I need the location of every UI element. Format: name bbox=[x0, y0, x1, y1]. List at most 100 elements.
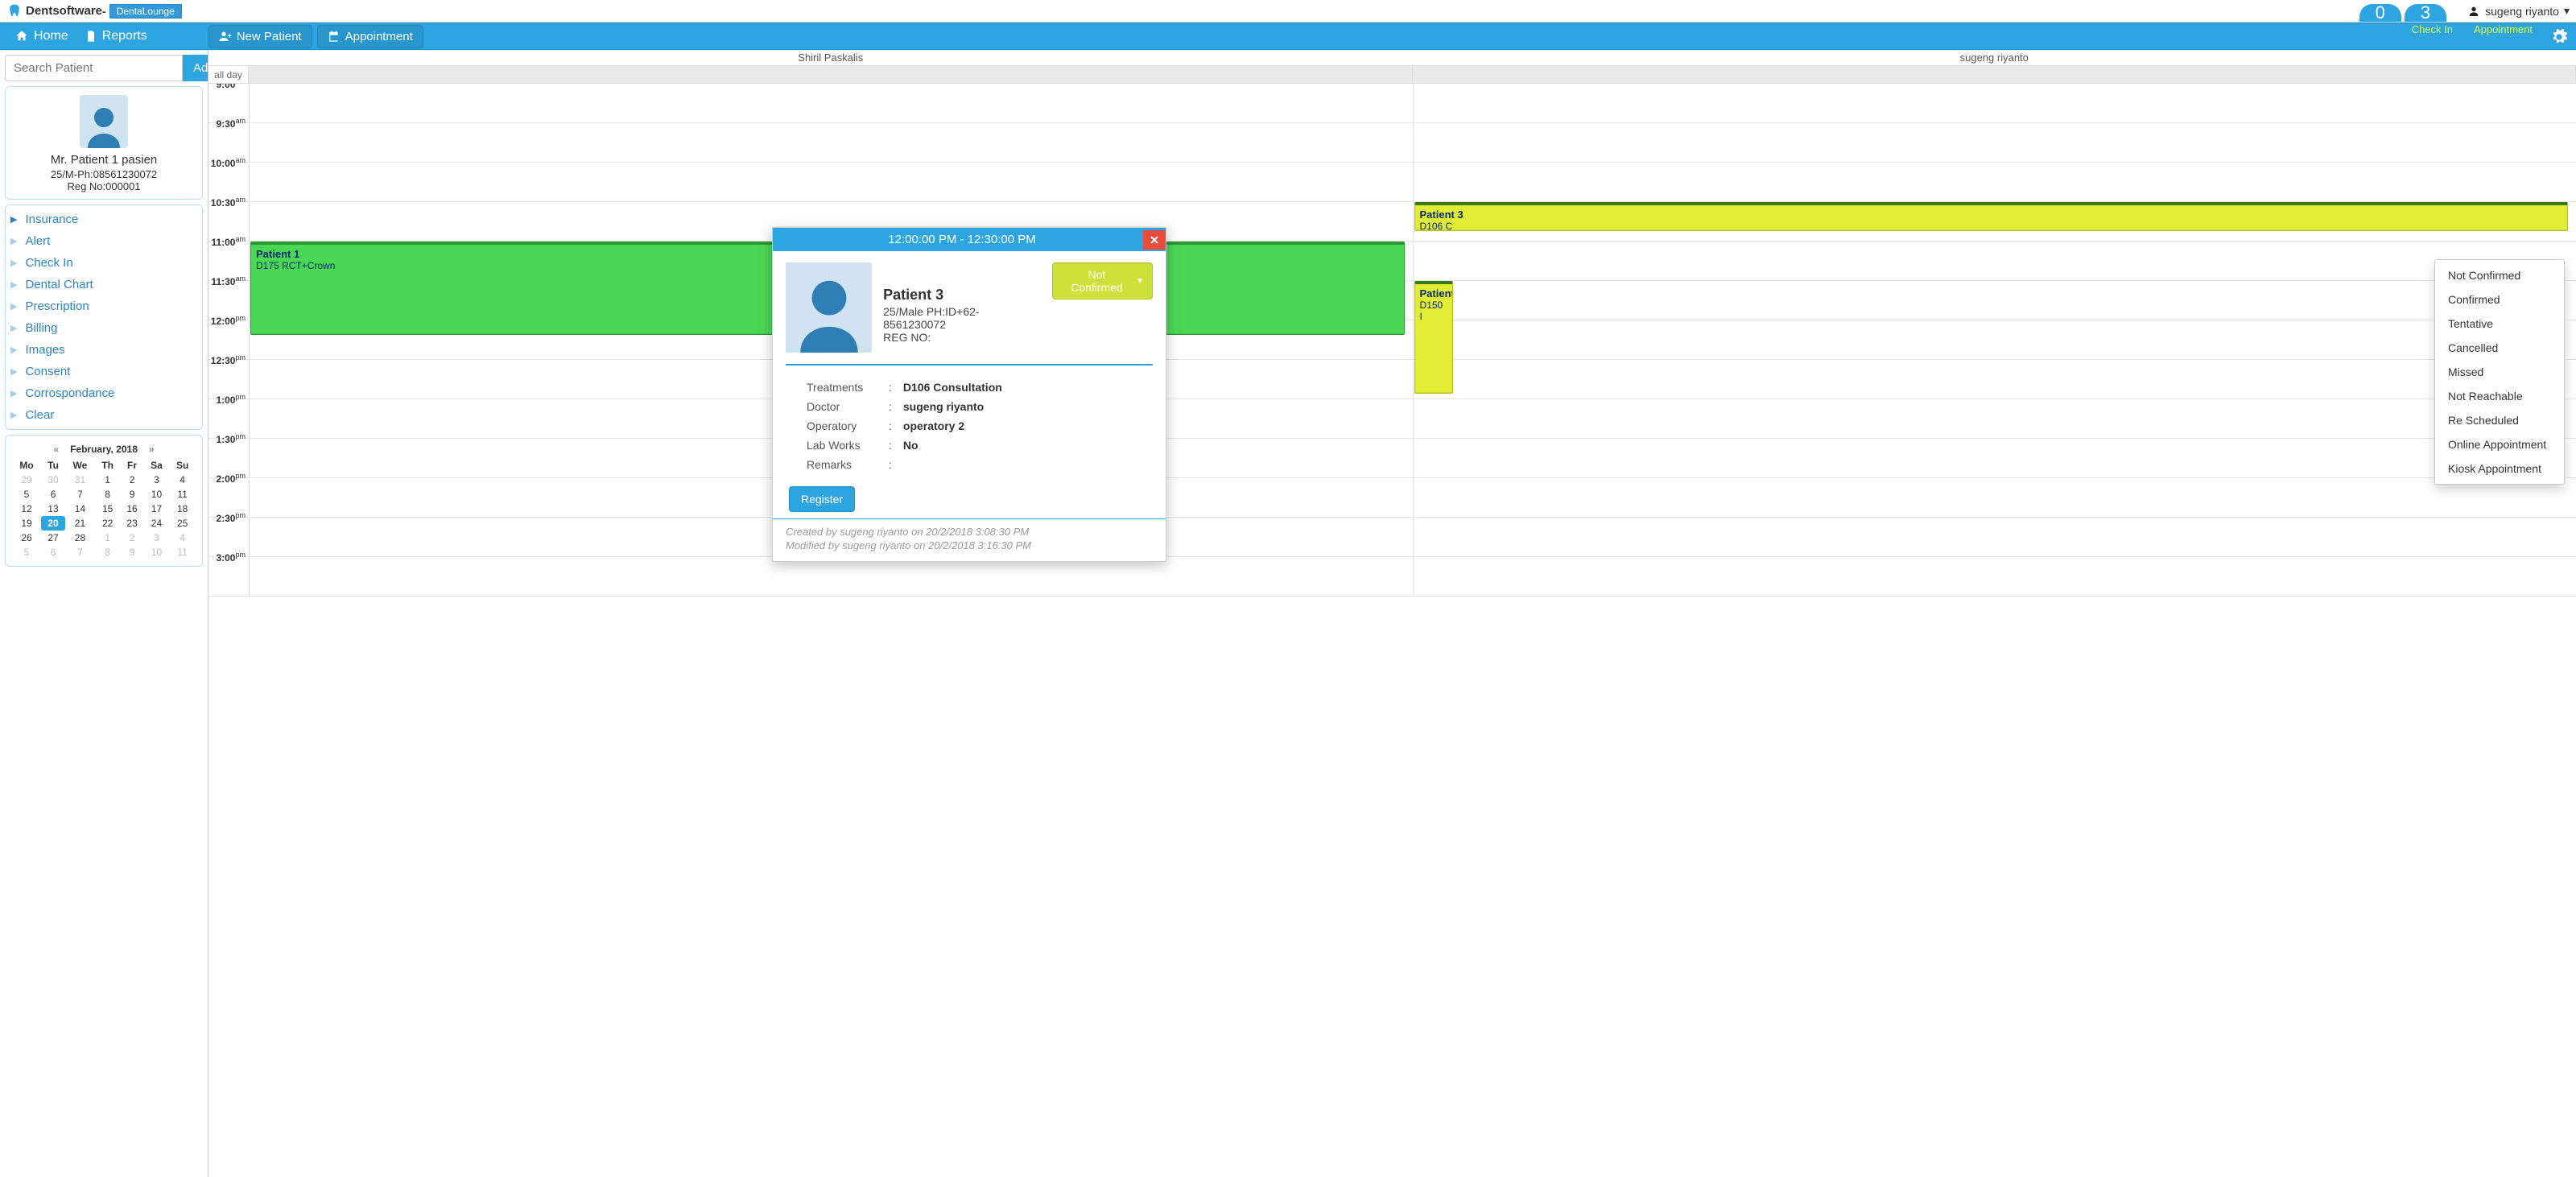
triangle-icon: ▶ bbox=[10, 388, 17, 399]
menu-item-billing[interactable]: ▶Billing bbox=[6, 317, 202, 339]
new-patient-button[interactable]: New Patient bbox=[208, 25, 312, 48]
cal-day[interactable]: 30 bbox=[41, 473, 65, 487]
cal-day[interactable]: 14 bbox=[65, 502, 95, 516]
home-link[interactable]: Home bbox=[6, 26, 76, 47]
cal-day[interactable]: 22 bbox=[95, 516, 121, 531]
menu-item-dental-chart[interactable]: ▶Dental Chart bbox=[6, 274, 202, 295]
cal-day[interactable]: 5 bbox=[12, 545, 41, 560]
status-option-not-confirmed[interactable]: Not Confirmed bbox=[2435, 263, 2564, 287]
detail-colon: : bbox=[884, 456, 897, 473]
cal-dayhead: We bbox=[65, 458, 95, 473]
brand-dash: - bbox=[102, 5, 106, 18]
cal-day[interactable]: 4 bbox=[169, 531, 196, 545]
popup-close-button[interactable] bbox=[1143, 230, 1166, 250]
cal-day[interactable]: 1 bbox=[95, 531, 121, 545]
menu-item-consent[interactable]: ▶Consent bbox=[6, 361, 202, 382]
cal-day[interactable]: 23 bbox=[120, 516, 143, 531]
appt-title: Patient bbox=[1420, 287, 1447, 299]
cal-day[interactable]: 5 bbox=[12, 487, 41, 502]
menu-item-check-in[interactable]: ▶Check In bbox=[6, 252, 202, 274]
menu-label: Insurance bbox=[25, 213, 78, 226]
checkin-stat[interactable]: 0 bbox=[2359, 4, 2401, 22]
cal-day[interactable]: 27 bbox=[41, 531, 65, 545]
cal-day[interactable]: 3 bbox=[144, 473, 170, 487]
cal-day[interactable]: 6 bbox=[41, 487, 65, 502]
appointment-stat[interactable]: 3 bbox=[2405, 4, 2446, 22]
cal-day[interactable]: 3 bbox=[144, 531, 170, 545]
allday-cell-1[interactable] bbox=[1413, 66, 2576, 83]
cal-day[interactable]: 26 bbox=[12, 531, 41, 545]
cal-next[interactable]: » bbox=[149, 444, 155, 455]
status-option-not-reachable[interactable]: Not Reachable bbox=[2435, 384, 2564, 408]
cal-day[interactable]: 13 bbox=[41, 502, 65, 516]
appt-title: Patient 3 bbox=[1420, 209, 2563, 221]
settings-button[interactable] bbox=[2550, 28, 2568, 46]
time-label: 1:30pm bbox=[208, 432, 249, 471]
status-option-tentative[interactable]: Tentative bbox=[2435, 312, 2564, 336]
status-dropdown-button[interactable]: Not Confirmed ▼ bbox=[1052, 262, 1153, 299]
status-option-confirmed[interactable]: Confirmed bbox=[2435, 287, 2564, 312]
appt-sub: D150 I bbox=[1420, 299, 1447, 322]
cal-day[interactable]: 16 bbox=[120, 502, 143, 516]
cal-day[interactable]: 31 bbox=[65, 473, 95, 487]
brand-name: Dentsoftware bbox=[26, 4, 102, 18]
cal-day[interactable]: 29 bbox=[12, 473, 41, 487]
detail-colon: : bbox=[884, 398, 897, 415]
register-button[interactable]: Register bbox=[789, 486, 855, 512]
popup-info: Patient 3 25/Male PH:ID+62-8561230072 RE… bbox=[883, 262, 1041, 344]
cal-day[interactable]: 7 bbox=[65, 545, 95, 560]
cal-day[interactable]: 10 bbox=[144, 487, 170, 502]
patient-card[interactable]: Mr. Patient 1 pasien 25/M-Ph:08561230072… bbox=[5, 86, 203, 200]
cal-day[interactable]: 2 bbox=[120, 531, 143, 545]
status-option-kiosk-appointment[interactable]: Kiosk Appointment bbox=[2435, 456, 2564, 481]
status-option-online-appointment[interactable]: Online Appointment bbox=[2435, 432, 2564, 456]
cal-day[interactable]: 11 bbox=[169, 545, 196, 560]
sidebar: Adv Mr. Patient 1 pasien 25/M-Ph:0856123… bbox=[0, 50, 208, 1177]
menu-item-prescription[interactable]: ▶Prescription bbox=[6, 295, 202, 317]
cal-prev[interactable]: « bbox=[53, 444, 59, 455]
user-icon bbox=[2467, 5, 2480, 18]
cal-day[interactable]: 18 bbox=[169, 502, 196, 516]
appointment-button[interactable]: Appointment bbox=[317, 25, 423, 48]
topbar: Dentsoftware - DentaLounge 0 3 sugeng ri… bbox=[0, 0, 2576, 23]
menu-item-alert[interactable]: ▶Alert bbox=[6, 230, 202, 252]
time-label: 10:30am bbox=[208, 196, 249, 234]
cal-day[interactable]: 1 bbox=[95, 473, 121, 487]
cal-day[interactable]: 9 bbox=[120, 487, 143, 502]
cal-day[interactable]: 19 bbox=[12, 516, 41, 531]
cal-day[interactable]: 7 bbox=[65, 487, 95, 502]
cal-day[interactable]: 28 bbox=[65, 531, 95, 545]
cal-day[interactable]: 15 bbox=[95, 502, 121, 516]
menu-item-images[interactable]: ▶Images bbox=[6, 339, 202, 361]
cal-day[interactable]: 20 bbox=[41, 516, 65, 531]
cal-day[interactable]: 10 bbox=[144, 545, 170, 560]
cal-day[interactable]: 6 bbox=[41, 545, 65, 560]
menu-item-clear[interactable]: ▶Clear bbox=[6, 404, 202, 426]
cal-day[interactable]: 8 bbox=[95, 545, 121, 560]
user-menu[interactable]: sugeng riyanto ▾ bbox=[2467, 4, 2570, 18]
cal-day[interactable]: 25 bbox=[169, 516, 196, 531]
status-option-cancelled[interactable]: Cancelled bbox=[2435, 336, 2564, 360]
menu-item-corrospondance[interactable]: ▶Corrospondance bbox=[6, 382, 202, 404]
cal-day[interactable]: 24 bbox=[144, 516, 170, 531]
reports-link[interactable]: Reports bbox=[76, 26, 155, 47]
cal-day[interactable]: 11 bbox=[169, 487, 196, 502]
status-option-re-scheduled[interactable]: Re Scheduled bbox=[2435, 408, 2564, 432]
cal-day[interactable]: 4 bbox=[169, 473, 196, 487]
search-input[interactable] bbox=[5, 55, 183, 81]
advanced-search-button[interactable]: Adv bbox=[183, 55, 208, 81]
status-option-missed[interactable]: Missed bbox=[2435, 360, 2564, 384]
cal-day[interactable]: 21 bbox=[65, 516, 95, 531]
cal-day[interactable]: 12 bbox=[12, 502, 41, 516]
cal-day[interactable]: 17 bbox=[144, 502, 170, 516]
appointment-popup: 12:00:00 PM - 12:30:00 PM Patient 3 25/M… bbox=[772, 227, 1166, 562]
cal-day[interactable]: 9 bbox=[120, 545, 143, 560]
cal-day[interactable]: 2 bbox=[120, 473, 143, 487]
appointment-block[interactable]: PatientD150 I bbox=[1414, 281, 1453, 394]
allday-cell-0[interactable] bbox=[249, 66, 1413, 83]
detail-value: D106 Consultation bbox=[898, 378, 1007, 396]
time-label: 9:30am bbox=[208, 117, 249, 155]
appointment-block[interactable]: Patient 3D106 C bbox=[1414, 202, 2569, 231]
cal-day[interactable]: 8 bbox=[95, 487, 121, 502]
menu-item-insurance[interactable]: ▶Insurance bbox=[6, 209, 202, 230]
